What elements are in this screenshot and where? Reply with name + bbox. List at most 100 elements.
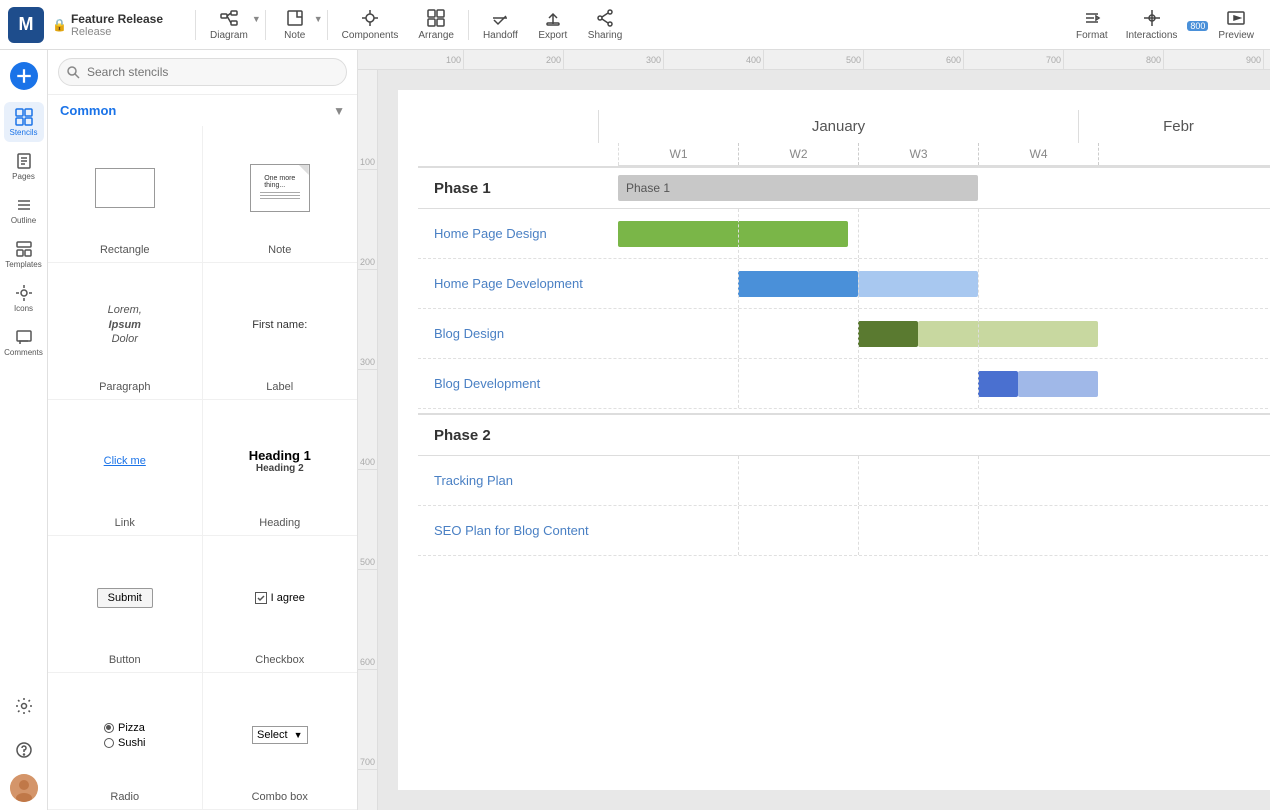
- combobox-preview: Select ▼: [211, 683, 350, 787]
- arrange-button[interactable]: Arrange: [408, 4, 464, 45]
- stencils-header: Common ▼: [48, 95, 357, 126]
- stencil-radio-label: Radio: [110, 791, 139, 803]
- main: Stencils Pages Outline Templates Icons: [0, 50, 1270, 810]
- bar-blog-dev-2: [1018, 371, 1098, 397]
- stencil-heading[interactable]: Heading 1 Heading 2 Heading: [203, 400, 358, 537]
- sidebar-comments[interactable]: Comments: [4, 322, 44, 362]
- canvas-inner: January Febr W1 W2 W3 W4: [398, 90, 1270, 790]
- sidebar-icons[interactable]: Icons: [4, 278, 44, 318]
- avatar[interactable]: [10, 774, 38, 802]
- diagram-button[interactable]: Diagram: [200, 4, 258, 45]
- note-button[interactable]: Note: [270, 4, 320, 45]
- preview-button[interactable]: Preview: [1210, 4, 1262, 45]
- stencil-radio[interactable]: Pizza Sushi Radio: [48, 673, 203, 810]
- stencil-combobox[interactable]: Select ▼ Combo box: [203, 673, 358, 810]
- phase1-label: Phase 1: [418, 170, 618, 207]
- sidebar-stencils[interactable]: Stencils: [4, 102, 44, 142]
- vline3-w4: [978, 309, 979, 358]
- toolbar-right: Format Interactions 800 Preview: [1068, 4, 1262, 45]
- ruler-top: 100 200 300 400 500 600 700 800 900: [358, 50, 1270, 70]
- preview-label: Preview: [1218, 30, 1254, 41]
- note-dropdown-icon[interactable]: ▼: [314, 14, 323, 24]
- phase1-bar: Phase 1: [618, 175, 978, 201]
- gantt-months: January Febr: [598, 110, 1270, 143]
- vline4-w4: [978, 359, 979, 408]
- vline5-w2: [738, 456, 739, 505]
- doc-info: Feature Release Release: [71, 12, 163, 38]
- stencil-label[interactable]: First name: Label: [203, 263, 358, 400]
- sidebar-pages[interactable]: Pages: [4, 146, 44, 186]
- canvas[interactable]: January Febr W1 W2 W3 W4: [378, 70, 1270, 810]
- stencil-checkbox[interactable]: I agree Checkbox: [203, 536, 358, 673]
- stencil-paragraph[interactable]: Lorem,IpsumDolor Paragraph: [48, 263, 203, 400]
- stencil-note[interactable]: One morething... Note: [203, 126, 358, 263]
- ruler-mark-700: 700: [964, 50, 1064, 70]
- ruler-v-700: 700: [358, 670, 377, 770]
- row-homepage-dev: Home Page Development: [418, 259, 1270, 309]
- row-blog-dev-label: Blog Development: [418, 376, 618, 391]
- lock-icon: 🔒: [52, 18, 67, 32]
- components-label: Components: [342, 30, 399, 41]
- vline6-w4: [978, 506, 979, 555]
- sidebar-outline[interactable]: Outline: [4, 190, 44, 230]
- ruler-v-600: 600: [358, 570, 377, 670]
- row-homepage-design-label: Home Page Design: [418, 226, 618, 241]
- phase1-header: Phase 1 Phase 1: [418, 166, 1270, 209]
- phase2-header: Phase 2: [418, 413, 1270, 456]
- sidebar-settings[interactable]: [4, 686, 44, 726]
- row-blog-design: Blog Design: [418, 309, 1270, 359]
- ruler-v-200: 200: [358, 170, 377, 270]
- app-logo[interactable]: M: [8, 7, 44, 43]
- sharing-button[interactable]: Sharing: [578, 4, 632, 45]
- diagram-dropdown-icon[interactable]: ▼: [252, 14, 261, 24]
- handoff-button[interactable]: Handoff: [473, 4, 528, 45]
- week-w3: W3: [858, 143, 978, 165]
- stencil-rectangle-label: Rectangle: [100, 244, 150, 256]
- templates-label: Templates: [5, 260, 41, 269]
- sidebar-help[interactable]: [4, 730, 44, 770]
- week-w2: W2: [738, 143, 858, 165]
- common-dropdown-icon[interactable]: ▼: [333, 104, 345, 118]
- rectangle-preview: [56, 136, 194, 240]
- stencil-button[interactable]: Submit Button: [48, 536, 203, 673]
- arrange-label: Arrange: [418, 30, 454, 41]
- vline-w2: [738, 209, 739, 258]
- row-blog-dev-bars: [618, 359, 1270, 408]
- row-seo-bars: [618, 506, 1270, 555]
- stencil-paragraph-label: Paragraph: [99, 381, 150, 393]
- bar-homepage-design: [618, 221, 848, 247]
- vline-w3: [858, 209, 859, 258]
- stencil-link-label: Link: [115, 517, 135, 529]
- add-button[interactable]: [10, 62, 38, 90]
- ruler-mark-900: 900: [1164, 50, 1264, 70]
- interactions-label: Interactions: [1126, 30, 1178, 41]
- stencil-combobox-label: Combo box: [252, 791, 308, 803]
- link-preview: Click me: [56, 410, 194, 514]
- ruler-v-100: 100: [358, 70, 377, 170]
- row-tracking-bars: [618, 456, 1270, 505]
- row-homepage-dev-label: Home Page Development: [418, 276, 618, 291]
- stencil-link[interactable]: Click me Link: [48, 400, 203, 537]
- paragraph-preview: Lorem,IpsumDolor: [56, 273, 194, 377]
- ruler-mark-400: 400: [664, 50, 764, 70]
- interactions-button[interactable]: Interactions: [1118, 4, 1186, 45]
- sidebar-templates[interactable]: Templates: [4, 234, 44, 274]
- ruler-mark-300: 300: [564, 50, 664, 70]
- stencil-rectangle[interactable]: Rectangle: [48, 126, 203, 263]
- row-homepage-design-bars: [618, 209, 1270, 258]
- canvas-with-ruler: 100 200 300 400 500 600 700 January: [358, 70, 1270, 810]
- common-label: Common: [60, 103, 116, 118]
- ruler-mark-500: 500: [764, 50, 864, 70]
- week-w1: W1: [618, 143, 738, 165]
- month-february: Febr: [1078, 110, 1270, 143]
- components-button[interactable]: Components: [332, 4, 409, 45]
- stencil-checkbox-label: Checkbox: [255, 654, 304, 666]
- vline2-w4: [978, 259, 979, 308]
- export-button[interactable]: Export: [528, 4, 578, 45]
- handoff-label: Handoff: [483, 30, 518, 41]
- icon-sidebar: Stencils Pages Outline Templates Icons: [0, 50, 48, 810]
- search-input[interactable]: [58, 58, 347, 86]
- vline5-w4: [978, 456, 979, 505]
- format-button[interactable]: Format: [1068, 4, 1116, 45]
- icons-label: Icons: [14, 304, 33, 313]
